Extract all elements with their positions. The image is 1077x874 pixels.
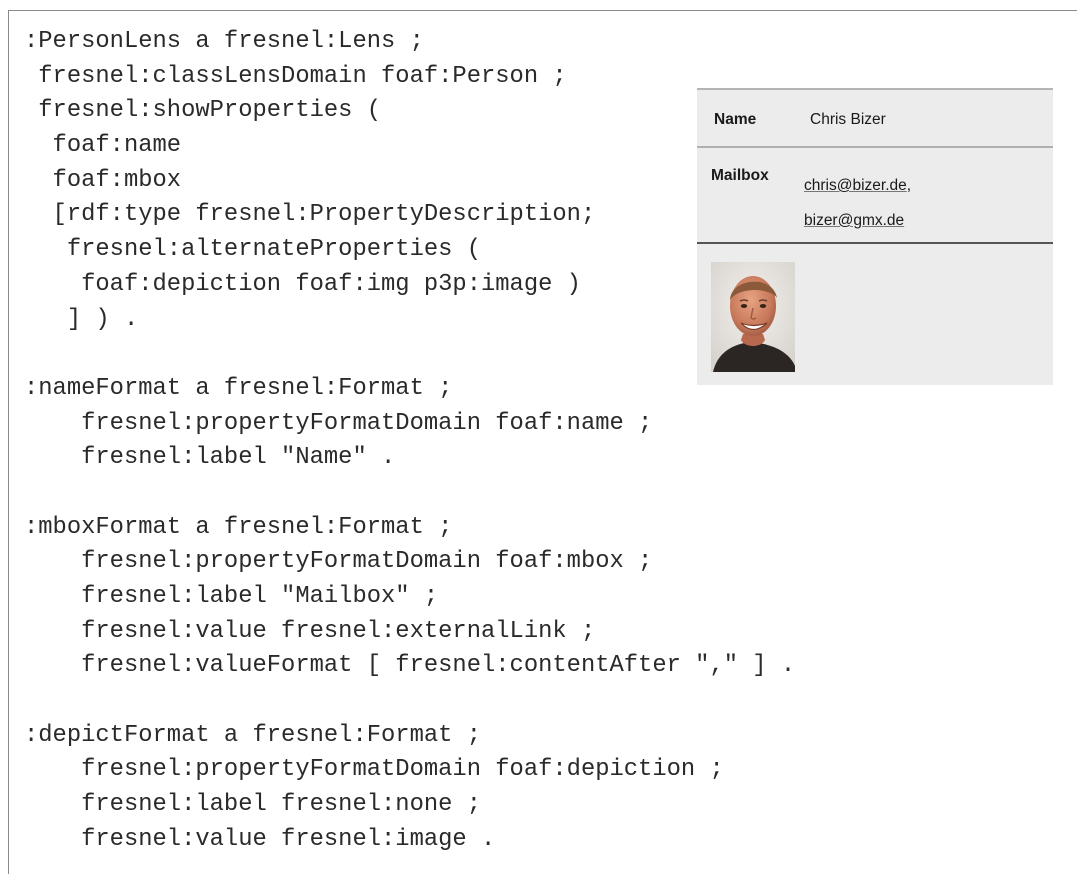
code-line: foaf:name — [24, 132, 182, 160]
code-line: :depictFormat a fresnel:Format ; — [24, 721, 481, 749]
fresnel-code-block: :PersonLens a fresnel:Lens ; fresnel:cla… — [24, 25, 795, 858]
code-line: fresnel:value fresnel:externalLink ; — [24, 617, 596, 645]
code-line: fresnel:label fresnel:none ; — [24, 791, 481, 819]
code-line: fresnel:propertyFormatDomain foaf:mbox ; — [24, 548, 653, 576]
code-line: fresnel:label "Name" . — [24, 444, 396, 472]
code-line: fresnel:showProperties ( — [24, 97, 382, 125]
name-value: Chris Bizer — [810, 111, 886, 128]
code-line: fresnel:value fresnel:image . — [24, 825, 496, 853]
code-line: foaf:mbox — [24, 166, 182, 194]
code-line: fresnel:classLensDomain foaf:Person ; — [24, 62, 567, 90]
rendered-person-view: Name Chris Bizer Mailbox chris@bizer.de,… — [697, 88, 1053, 385]
code-line: :nameFormat a fresnel:Format ; — [24, 374, 453, 402]
mailbox-link-2[interactable]: bizer@gmx.de — [804, 212, 904, 229]
code-line: fresnel:valueFormat [ fresnel:contentAft… — [24, 652, 796, 680]
mailbox-values: chris@bizer.de, bizer@gmx.de — [804, 168, 911, 238]
code-line: fresnel:propertyFormatDomain foaf:depict… — [24, 756, 724, 784]
code-line: fresnel:label "Mailbox" ; — [24, 583, 439, 610]
name-row: Name Chris Bizer — [697, 90, 1053, 148]
code-line: :mboxFormat a fresnel:Format ; — [24, 513, 453, 541]
code-line: fresnel:alternateProperties ( — [24, 236, 481, 264]
code-line: fresnel:propertyFormatDomain foaf:name ; — [24, 409, 653, 437]
mailbox-label: Mailbox — [711, 167, 769, 184]
code-line: foaf:depiction foaf:img p3p:image ) — [24, 270, 581, 298]
depiction-image — [711, 262, 795, 372]
mailbox-separator: , — [906, 177, 912, 194]
code-line: :PersonLens a fresnel:Lens ; — [24, 28, 424, 55]
person-photo-icon — [711, 262, 795, 372]
name-label: Name — [714, 111, 757, 128]
code-line: [rdf:type fresnel:PropertyDescription; — [24, 201, 596, 229]
mailbox-row: Mailbox chris@bizer.de, bizer@gmx.de — [697, 148, 1053, 244]
mailbox-link-1[interactable]: chris@bizer.de — [804, 177, 907, 194]
code-line: ] ) . — [24, 305, 139, 333]
